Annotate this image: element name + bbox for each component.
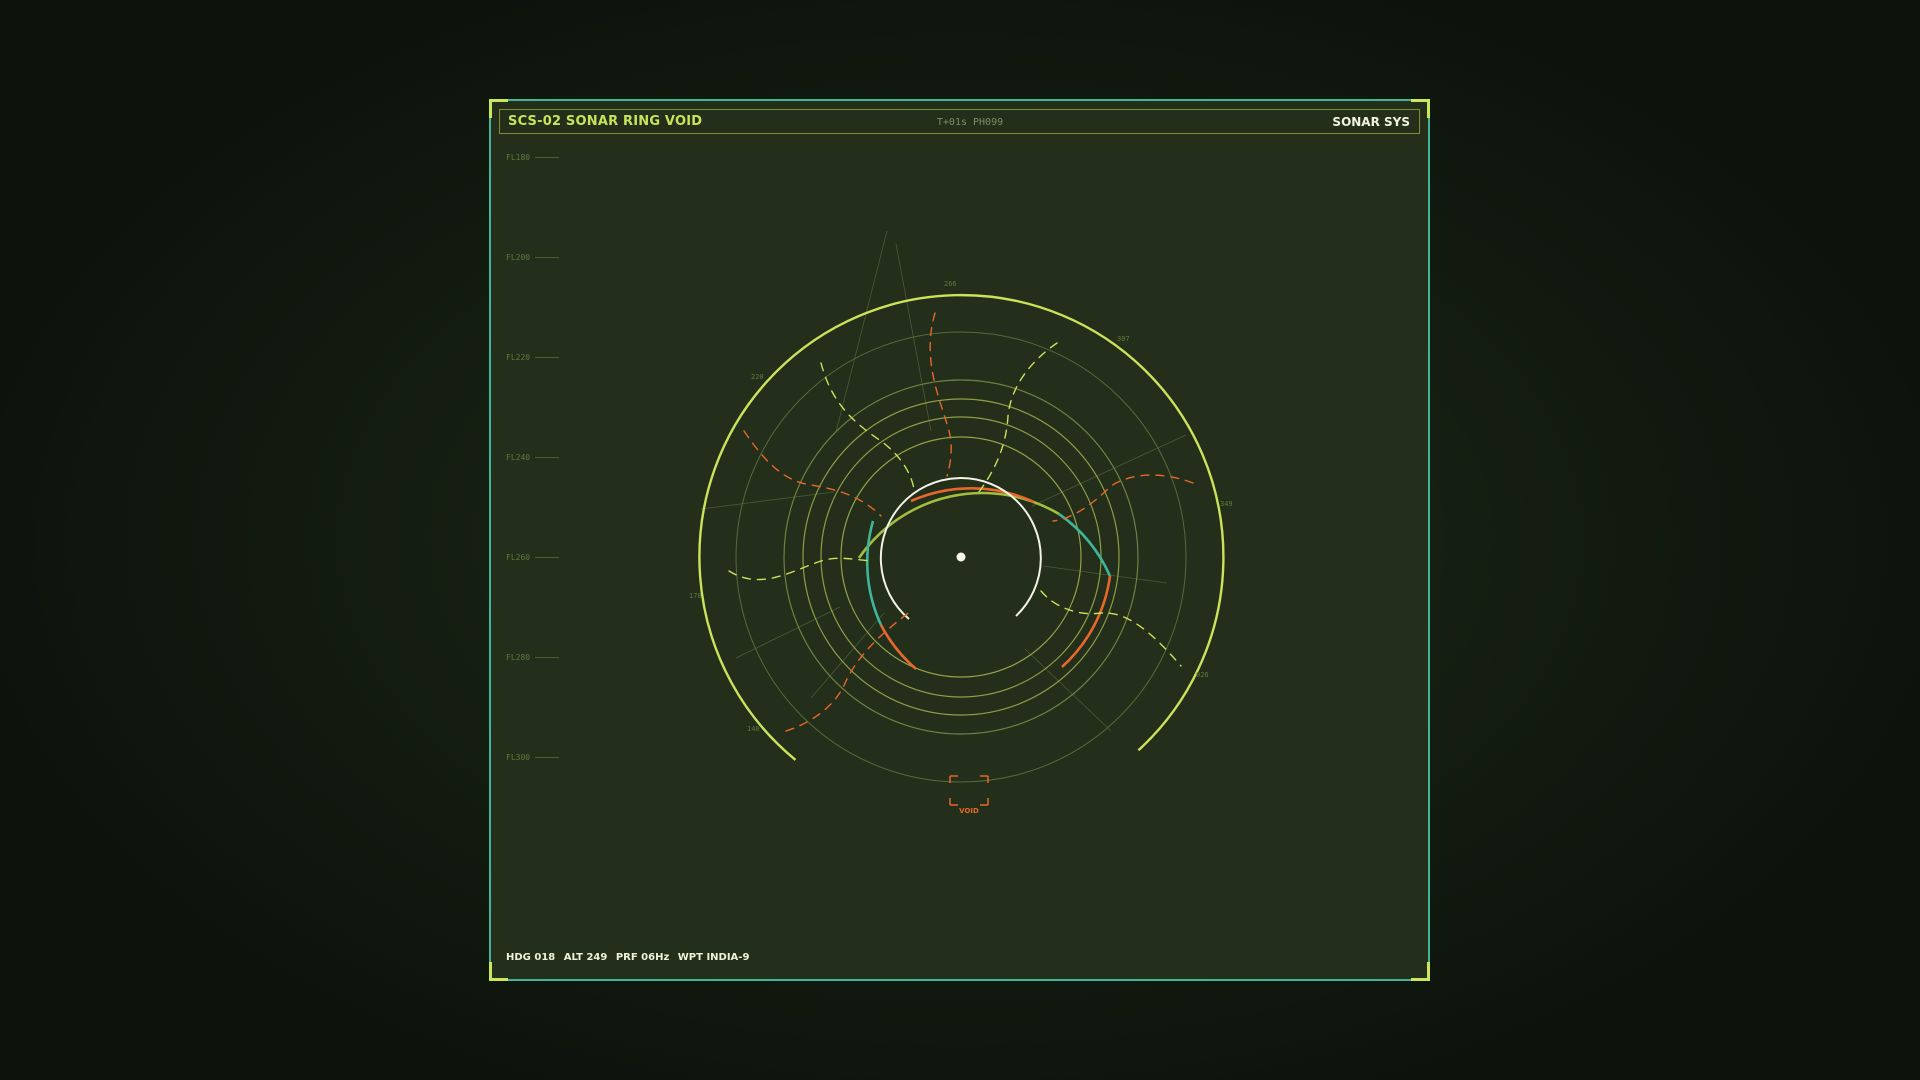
bearing-labels: 266 307 349 026 140 178 220 <box>689 280 1233 733</box>
contact-track <box>1052 474 1194 522</box>
bearing-label: 307 <box>1117 335 1130 343</box>
bearing-label: 266 <box>944 280 957 288</box>
contact-track <box>820 362 915 490</box>
bearing-label: 140 <box>747 725 760 733</box>
outer-boundary-ring <box>698 293 1225 761</box>
sonar-panel: SCS-02 SONAR RING VOID T+01s PH099 SONAR… <box>489 99 1430 981</box>
contact-track <box>929 312 952 477</box>
contact-track <box>785 610 912 732</box>
sonar-scope: 266 307 349 026 140 178 220 VOID <box>689 230 1233 815</box>
target-bracket-corner <box>980 775 989 783</box>
void-label: VOID <box>959 807 979 815</box>
bearing-label: 349 <box>1220 500 1233 508</box>
bearing-spokes <box>700 230 1187 732</box>
bearing-label: 220 <box>751 373 764 381</box>
sector-arc-teal-west <box>865 520 883 626</box>
inner-range-ring <box>879 477 1042 620</box>
bearing-spoke <box>810 612 885 699</box>
target-bracket-corner <box>980 798 989 806</box>
contact-tracks <box>728 312 1194 732</box>
contact-track <box>728 557 872 581</box>
bearing-spoke <box>735 606 841 659</box>
target-bracket-corner <box>949 798 958 806</box>
bearing-spoke <box>1031 434 1187 507</box>
bearing-spoke <box>835 230 888 433</box>
bearing-spoke <box>1042 565 1168 584</box>
own-ship-marker <box>956 552 966 562</box>
alert-sector-arc <box>879 624 917 670</box>
bearing-label: 178 <box>689 592 702 600</box>
sector-arc-teal-east <box>1058 512 1112 577</box>
bearing-label: 026 <box>1196 671 1209 679</box>
sector-arc <box>857 491 1060 559</box>
